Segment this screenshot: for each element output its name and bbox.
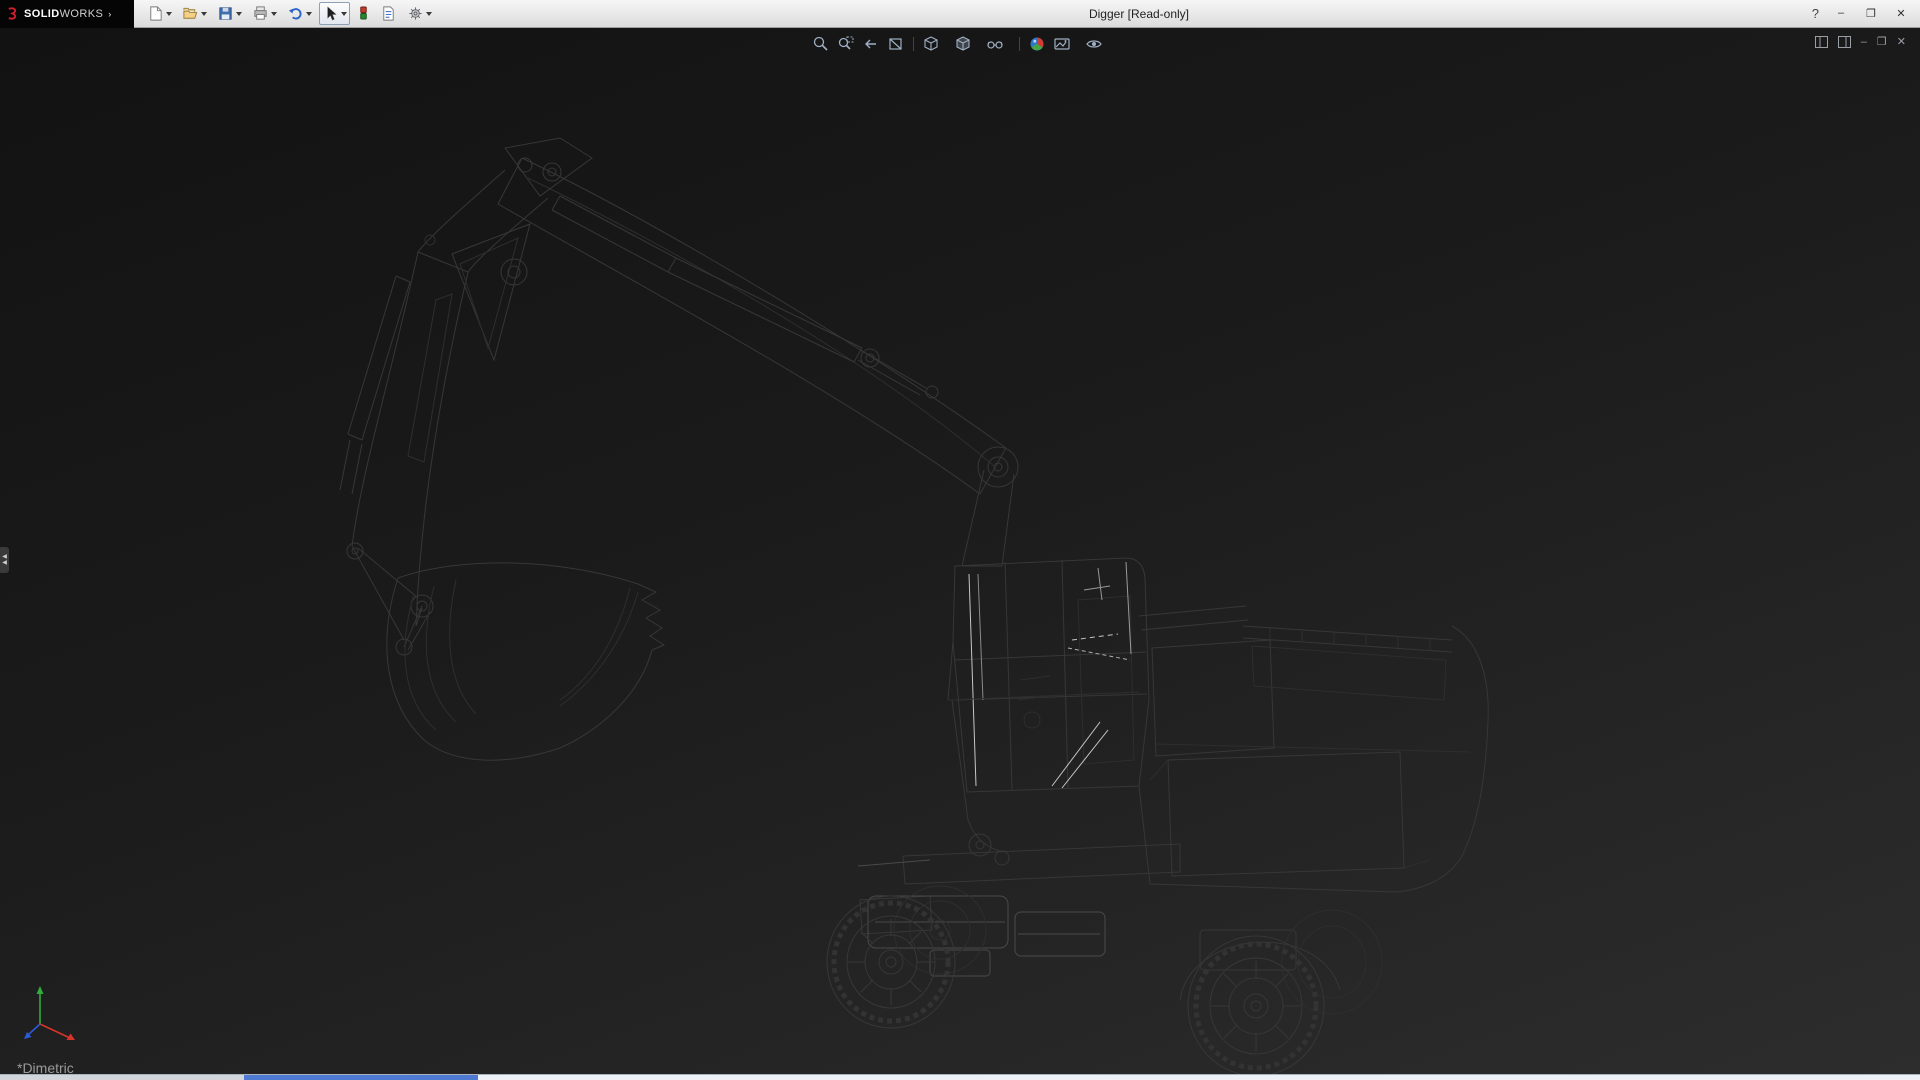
previous-view-icon xyxy=(862,35,880,53)
standard-toolbar xyxy=(144,2,435,25)
hide-show-items-button[interactable] xyxy=(985,34,1012,54)
section-view-button[interactable] xyxy=(886,34,906,54)
taskbar-strip xyxy=(0,1074,1920,1080)
solidworks-logo: SOLIDWORKS › xyxy=(0,0,134,28)
chevron-left-icon: ◀ xyxy=(2,560,7,566)
zoom-to-area-icon xyxy=(837,35,855,53)
select-button[interactable] xyxy=(319,2,350,25)
edit-appearance-button[interactable] xyxy=(1027,34,1047,54)
view-settings-eye-icon xyxy=(1085,35,1103,53)
previous-view-button[interactable] xyxy=(861,34,881,54)
window-controls: ? – ❐ ✕ xyxy=(1809,4,1912,22)
title-bar: SOLIDWORKS › xyxy=(0,0,1920,28)
rebuild-icon xyxy=(357,5,370,22)
brand-text: SOLIDWORKS xyxy=(24,8,103,20)
glasses-icon xyxy=(986,35,1004,53)
feature-panel-collapse-tab[interactable]: ◀ ◀ xyxy=(0,547,9,573)
file-properties-button[interactable] xyxy=(377,2,400,25)
file-properties-icon xyxy=(380,5,397,22)
brand-prefix: SOLID xyxy=(24,8,60,20)
pane-split-left-button[interactable] xyxy=(1815,36,1828,48)
scene-icon xyxy=(1053,35,1071,53)
mdi-close-button[interactable]: ✕ xyxy=(1897,37,1906,48)
pane-split-left-icon xyxy=(1815,36,1828,48)
zoom-to-fit-button[interactable] xyxy=(811,34,831,54)
view-settings-button[interactable] xyxy=(1084,34,1111,54)
zoom-to-fit-icon xyxy=(812,35,830,53)
rebuild-button[interactable] xyxy=(354,2,373,25)
help-button[interactable]: ? xyxy=(1809,6,1822,21)
taskbar-segment[interactable] xyxy=(478,1075,1920,1080)
solidworks-logo-icon xyxy=(6,6,21,21)
printer-icon xyxy=(252,5,269,22)
toolbar-separator xyxy=(913,37,914,51)
solidworks-window: SOLIDWORKS › xyxy=(0,0,1920,1080)
toolbar-separator xyxy=(1019,37,1020,51)
dropdown-arrow-icon[interactable] xyxy=(341,12,347,16)
save-button[interactable] xyxy=(214,2,245,25)
pane-split-right-icon xyxy=(1838,36,1851,48)
graphics-viewport[interactable] xyxy=(0,28,1920,1074)
open-folder-icon xyxy=(182,5,199,22)
menu-expander-icon[interactable]: › xyxy=(108,9,111,19)
dropdown-arrow-icon[interactable] xyxy=(306,12,312,16)
display-style-button[interactable] xyxy=(953,34,980,54)
open-button[interactable] xyxy=(179,2,210,25)
new-document-button[interactable] xyxy=(144,2,175,25)
dropdown-arrow-icon[interactable] xyxy=(201,12,207,16)
orientation-triad[interactable] xyxy=(18,980,88,1055)
dropdown-arrow-icon[interactable] xyxy=(271,12,277,16)
pane-split-right-button[interactable] xyxy=(1838,36,1851,48)
section-view-icon xyxy=(887,35,905,53)
display-style-icon xyxy=(954,35,972,53)
mdi-minimize-button[interactable]: – xyxy=(1861,37,1867,48)
mdi-restore-button[interactable]: ❐ xyxy=(1877,37,1887,48)
appearance-sphere-icon xyxy=(1028,35,1046,53)
minimize-button[interactable]: – xyxy=(1830,4,1852,22)
dropdown-arrow-icon[interactable] xyxy=(426,12,432,16)
undo-button[interactable] xyxy=(284,2,315,25)
headsup-view-toolbar xyxy=(811,34,1111,54)
save-floppy-icon xyxy=(217,5,234,22)
apply-scene-button[interactable] xyxy=(1052,34,1079,54)
window-title: Digger [Read-only] xyxy=(1089,7,1189,21)
select-cursor-icon xyxy=(322,5,339,22)
maximize-button[interactable]: ❐ xyxy=(1860,4,1882,22)
document-window-controls: – ❐ ✕ xyxy=(1815,36,1906,48)
dropdown-arrow-icon[interactable] xyxy=(236,12,242,16)
new-document-icon xyxy=(147,5,164,22)
view-orientation-button[interactable] xyxy=(921,34,948,54)
view-orientation-cube-icon xyxy=(922,35,940,53)
options-button[interactable] xyxy=(404,2,435,25)
options-gear-icon xyxy=(407,5,424,22)
print-button[interactable] xyxy=(249,2,280,25)
brand-suffix: WORKS xyxy=(60,8,104,20)
close-button[interactable]: ✕ xyxy=(1890,4,1912,22)
taskbar-segment[interactable] xyxy=(0,1075,244,1080)
dropdown-arrow-icon[interactable] xyxy=(166,12,172,16)
taskbar-active-button[interactable] xyxy=(244,1075,478,1080)
zoom-to-area-button[interactable] xyxy=(836,34,856,54)
undo-arrow-icon xyxy=(287,5,304,22)
triad-axes-icon xyxy=(18,980,88,1050)
